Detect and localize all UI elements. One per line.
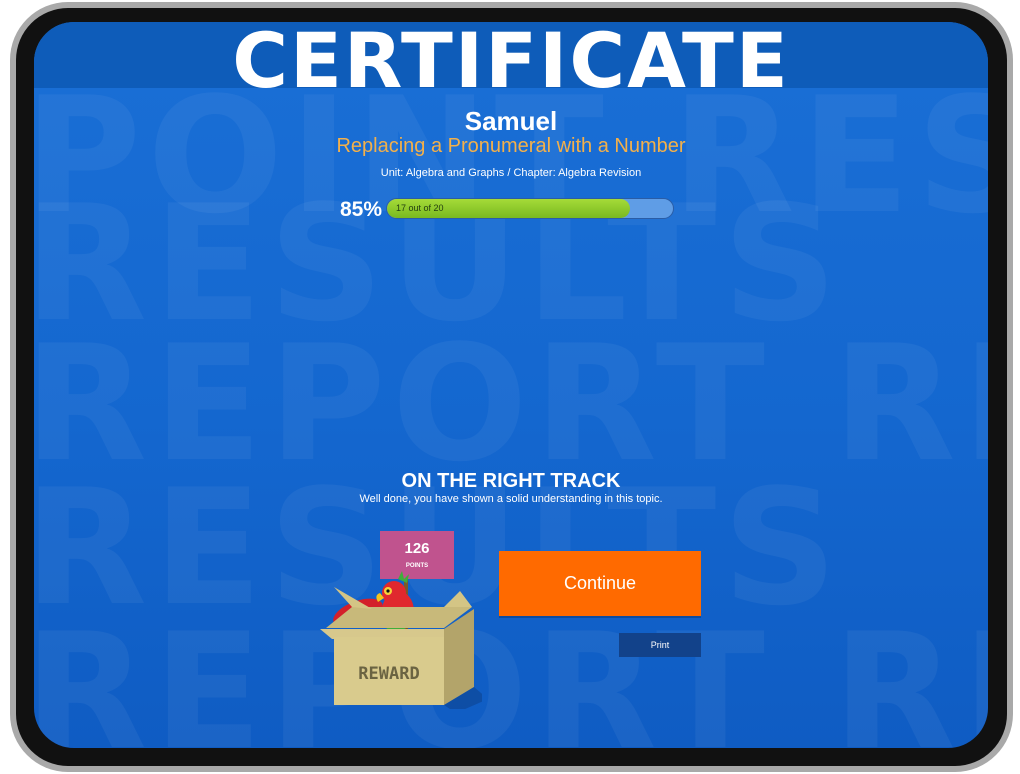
print-button[interactable]: Print [619,633,701,657]
feedback-heading: ON THE RIGHT TRACK [401,470,621,492]
lesson-breadcrumb: Unit: Algebra and Graphs / Chapter: Alge… [380,167,642,179]
certificate-title: CERTIFICATE [232,22,790,105]
reward-illustration: 126 POINTS REWARD [320,531,482,709]
score-detail: 17 out of 20 [396,203,444,213]
points-value: 126 [404,540,429,557]
lesson-title: Replacing a Pronumeral with a Number [336,135,686,157]
points-label: POINTS [406,563,428,569]
feedback-message: Well done, you have shown a solid unders… [359,493,663,505]
watermark-text: REPORT RESULTS [34,598,988,748]
certificate-banner: CERTIFICATE [34,22,988,105]
student-name: Samuel [464,106,558,136]
continue-button[interactable]: Continue [499,551,701,616]
score-percent: 85% [340,198,383,221]
score-progress-bar: 17 out of 20 [386,198,674,219]
watermark-text: REPORT RESULTS [34,310,988,497]
reward-box-label: REWARD [358,664,419,684]
certificate-screen: POINT RESULTS RESULTS REPORT RESULTS RES… [34,22,988,748]
